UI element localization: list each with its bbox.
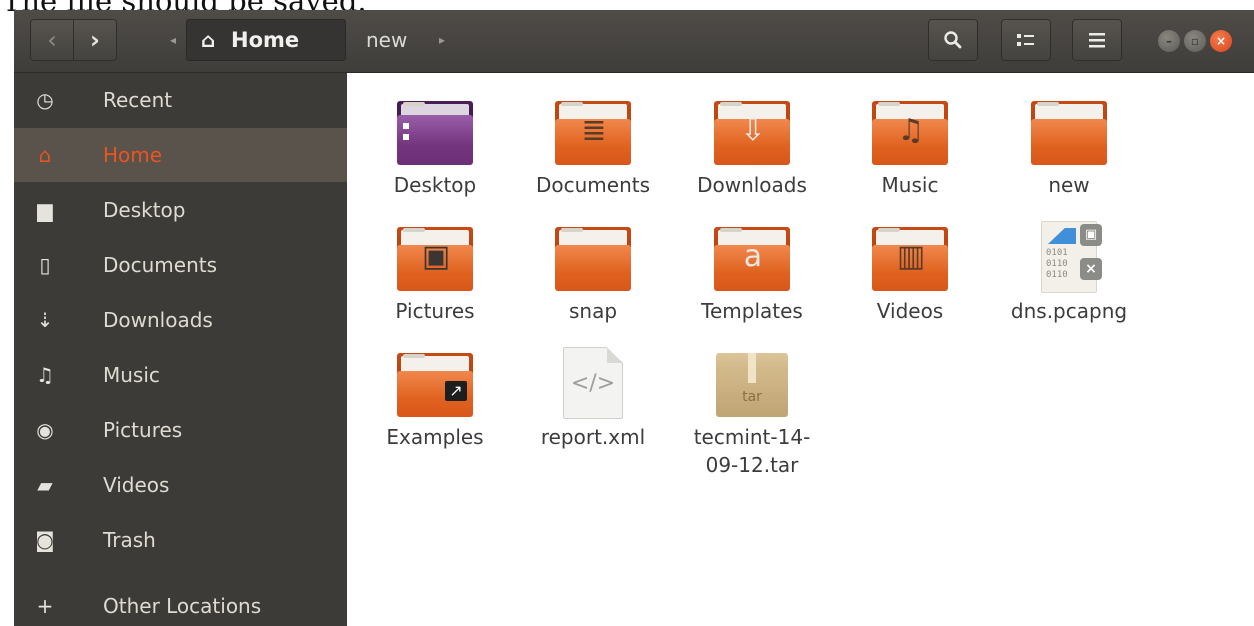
clock-icon: ◷ [36, 88, 54, 112]
sidebar-item-label: Music [103, 363, 160, 387]
forward-button[interactable]: › [73, 19, 117, 61]
pictures-folder-icon: ▣ [395, 221, 475, 293]
close-window-button[interactable]: × [1210, 30, 1232, 52]
home-icon: ⌂ [201, 28, 216, 52]
file-name: Pictures [395, 299, 475, 323]
view-toggle-button[interactable] [1001, 19, 1051, 61]
sidebar-item-label: Pictures [103, 418, 183, 442]
file-item-music[interactable]: ♫ Music [835, 95, 985, 199]
file-item-examples[interactable]: ↗ Examples [360, 347, 510, 451]
search-button[interactable] [928, 19, 978, 61]
sidebar-item-label: Trash [103, 528, 156, 552]
file-name: dns.pcapng [1010, 299, 1128, 323]
file-name: new [1048, 173, 1090, 197]
file-item-videos[interactable]: ▥ Videos [835, 221, 985, 325]
list-view-icon [1017, 34, 1034, 46]
file-item-tecmint-tar[interactable]: tar tecmint-14- 09-12.tar [677, 347, 827, 479]
downloads-folder-icon: ⇩ [712, 95, 792, 167]
sidebar-item-label: Recent [103, 88, 173, 112]
file-name: Documents [535, 173, 651, 197]
sidebar-item-label: Documents [103, 253, 218, 277]
file-name: Templates [701, 299, 803, 323]
videos-folder-icon: ▥ [870, 221, 950, 293]
sidebar-item-label: Home [103, 143, 163, 167]
file-grid: Desktop ≣ Documents ⇩ Downloads ♫ Music [347, 73, 1254, 626]
maximize-window-button[interactable]: ▫ [1184, 30, 1206, 52]
tar-archive-icon: tar [712, 347, 792, 419]
places-sidebar: ◷ Recent ⌂ Home ▆ Desktop ▯ Documents ⇣ … [14, 73, 347, 626]
file-name: report.xml [540, 425, 646, 449]
sidebar-item-home[interactable]: ⌂ Home [14, 128, 347, 182]
file-item-pictures[interactable]: ▣ Pictures [360, 221, 510, 325]
menu-button[interactable] [1072, 19, 1122, 61]
path-scroll-left-icon[interactable]: ◂ [160, 19, 186, 61]
sidebar-item-music[interactable]: ♫ Music [14, 348, 347, 402]
sidebar-item-label: Videos [103, 473, 170, 497]
file-name: snap [568, 299, 618, 323]
sidebar-item-label: Desktop [103, 198, 186, 222]
sidebar-item-recent[interactable]: ◷ Recent [14, 73, 347, 127]
sidebar-item-documents[interactable]: ▯ Documents [14, 238, 347, 292]
examples-folder-icon: ↗ [395, 347, 475, 419]
sidebar-item-desktop[interactable]: ▆ Desktop [14, 183, 347, 237]
file-name-line: 09-12.tar [705, 453, 799, 477]
file-item-dns-pcapng[interactable]: 0101 0110 0110 ▣ × dns.pcapng [994, 221, 1144, 325]
file-item-templates[interactable]: a Templates [677, 221, 827, 325]
header-bar: ‹ › ◂ ⌂ Home new ▸ – ▫ × [14, 10, 1254, 73]
file-item-downloads[interactable]: ⇩ Downloads [677, 95, 827, 199]
folder-icon: ▆ [37, 198, 53, 222]
lock-icon: ▣ [1080, 224, 1102, 246]
camera-icon: ◉ [36, 418, 54, 442]
file-name: Videos [876, 299, 944, 323]
minimize-window-button[interactable]: – [1158, 30, 1180, 52]
document-icon: ▯ [39, 253, 51, 277]
sidebar-item-label: Downloads [103, 308, 213, 332]
hamburger-menu-icon [1089, 33, 1105, 48]
files-window: ‹ › ◂ ⌂ Home new ▸ – ▫ × ◷ Recent ⌂ Home… [14, 10, 1254, 626]
sidebar-item-trash[interactable]: ◙ Trash [14, 513, 347, 567]
music-folder-icon: ♫ [870, 95, 950, 167]
desktop-folder-icon [395, 95, 475, 167]
documents-folder-icon: ≣ [553, 95, 633, 167]
sidebar-item-other-locations[interactable]: + Other Locations [14, 579, 347, 626]
breadcrumb-new[interactable]: new [350, 19, 426, 61]
xml-file-icon: </> [553, 347, 633, 419]
folder-icon [1029, 95, 1109, 167]
trash-icon: ◙ [35, 528, 55, 552]
file-item-snap[interactable]: snap [518, 221, 668, 325]
home-icon: ⌂ [38, 143, 52, 167]
folder-icon [553, 221, 633, 293]
file-item-new[interactable]: new [994, 95, 1144, 199]
video-icon: ▰ [37, 473, 53, 497]
templates-folder-icon: a [712, 221, 792, 293]
sidebar-item-pictures[interactable]: ◉ Pictures [14, 403, 347, 457]
file-name: tecmint-14- 09-12.tar [677, 423, 827, 479]
breadcrumb-home-label: Home [231, 28, 300, 52]
music-icon: ♫ [36, 363, 54, 387]
path-scroll-right-icon[interactable]: ▸ [429, 19, 455, 61]
breadcrumb-home[interactable]: ⌂ Home [186, 19, 346, 61]
file-item-documents[interactable]: ≣ Documents [518, 95, 668, 199]
pcap-file-icon: 0101 0110 0110 ▣ × [1029, 221, 1109, 293]
sidebar-item-videos[interactable]: ▰ Videos [14, 458, 347, 512]
file-name: Downloads [697, 173, 807, 197]
sidebar-item-downloads[interactable]: ⇣ Downloads [14, 293, 347, 347]
file-item-desktop[interactable]: Desktop [360, 95, 510, 199]
download-icon: ⇣ [36, 308, 54, 332]
file-name: Music [881, 173, 939, 197]
plus-icon: + [36, 594, 54, 618]
file-item-report-xml[interactable]: </> report.xml [518, 347, 668, 451]
back-button[interactable]: ‹ [30, 19, 74, 61]
unreadable-icon: × [1080, 258, 1102, 280]
search-icon [944, 31, 962, 49]
file-name: Desktop [393, 173, 477, 197]
file-name-line: tecmint-14- [693, 425, 811, 449]
file-name: Examples [386, 425, 484, 449]
sidebar-item-label: Other Locations [103, 594, 262, 618]
path-bar: ◂ ⌂ Home new ▸ [160, 19, 455, 61]
